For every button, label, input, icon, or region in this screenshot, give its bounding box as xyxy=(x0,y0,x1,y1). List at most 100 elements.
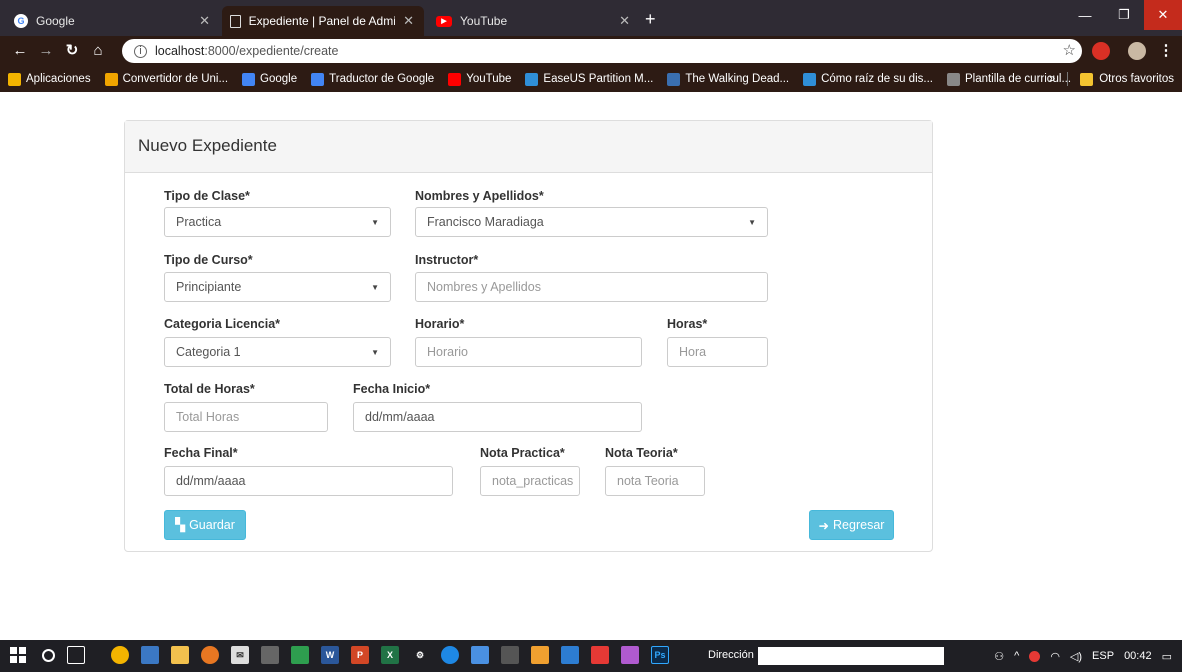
bookmark-item[interactable]: Convertidor de Uni... xyxy=(104,72,229,86)
word-icon[interactable]: W xyxy=(321,646,339,664)
bookmark-label: EaseUS Partition M... xyxy=(543,73,654,85)
folder-icon xyxy=(1080,72,1094,86)
nota-practica-input[interactable]: nota_practicas xyxy=(480,466,580,496)
tipo-curso-select[interactable]: Principiante ▼ xyxy=(164,272,391,302)
wifi-icon[interactable]: ◠ xyxy=(1050,650,1060,663)
expediente-panel: Nuevo Expediente Tipo de Clase* Practica… xyxy=(124,120,933,552)
bookmark-item[interactable]: Google xyxy=(242,72,297,86)
app-icon[interactable] xyxy=(531,646,549,664)
chrome-taskbar-icon[interactable] xyxy=(111,646,129,664)
photoshop-icon[interactable]: Ps xyxy=(651,646,669,664)
task-view-icon[interactable] xyxy=(67,646,85,664)
other-bookmarks-folder[interactable]: Otros favoritos xyxy=(1099,73,1174,85)
tab-google[interactable]: G Google ✕ xyxy=(6,6,220,36)
divider xyxy=(1067,72,1069,86)
bookmark-item[interactable]: EaseUS Partition M... xyxy=(525,72,654,86)
nota-practica-label: Nota Practica* xyxy=(480,446,565,460)
save-button[interactable]: ▚ Guardar xyxy=(164,510,246,540)
youtube-icon: ▶ xyxy=(436,15,452,27)
store-icon[interactable] xyxy=(171,646,189,664)
powerpoint-icon[interactable]: P xyxy=(351,646,369,664)
horario-input[interactable]: Horario xyxy=(415,337,642,367)
terminal-icon[interactable] xyxy=(501,646,519,664)
app-icon[interactable] xyxy=(621,646,639,664)
tab-youtube[interactable]: ▶ YouTube ✕ xyxy=(428,6,640,36)
bookmark-label: Convertidor de Uni... xyxy=(122,73,229,85)
back-button-label: Regresar xyxy=(833,518,885,532)
address-bar[interactable]: i localhost :8000/expediente/create ☆ xyxy=(122,39,1082,63)
address-toolbar-input[interactable] xyxy=(758,647,944,665)
reload-icon[interactable]: ↻ xyxy=(62,41,82,61)
youtube-icon xyxy=(448,72,462,86)
close-icon[interactable]: ✕ xyxy=(619,13,630,29)
volume-icon[interactable]: ◁) xyxy=(1070,650,1082,663)
tab-expediente[interactable]: Expediente | Panel de Administr ✕ xyxy=(222,6,424,36)
close-window-button[interactable]: ✕ xyxy=(1144,0,1182,30)
home-icon[interactable]: ⌂ xyxy=(88,41,108,61)
nota-teoria-input[interactable]: nota Teoria xyxy=(605,466,705,496)
bookmark-item[interactable]: Cómo raíz de su dis... xyxy=(803,72,933,86)
info-icon[interactable]: i xyxy=(134,44,147,58)
caret-down-icon: ▼ xyxy=(748,217,756,227)
panel-heading: Nuevo Expediente xyxy=(125,121,932,173)
excel-icon[interactable]: X xyxy=(381,646,399,664)
bookmark-item[interactable]: Traductor de Google xyxy=(311,72,434,86)
forward-arrow-icon[interactable]: → xyxy=(36,41,56,61)
back-arrow-icon[interactable]: ← xyxy=(10,41,30,61)
tab-title: Google xyxy=(36,14,75,28)
people-icon[interactable]: ⚇ xyxy=(994,650,1004,663)
app-icon[interactable] xyxy=(441,646,459,664)
search-icon[interactable] xyxy=(42,648,55,662)
nota-teoria-label: Nota Teoria* xyxy=(605,446,678,460)
tray-app-icon[interactable] xyxy=(1029,650,1041,662)
pdf-icon[interactable] xyxy=(591,646,609,664)
instructor-input[interactable]: Nombres y Apellidos xyxy=(415,272,768,302)
tab-title: YouTube xyxy=(460,14,508,28)
clock[interactable]: 00:42 xyxy=(1124,650,1152,662)
horas-label: Horas* xyxy=(667,317,708,331)
restore-button[interactable]: ❐ xyxy=(1105,0,1143,30)
notification-icon[interactable]: ▭ xyxy=(1162,650,1172,663)
back-button[interactable]: ➜ Regresar xyxy=(809,510,894,540)
app-icon[interactable] xyxy=(561,646,579,664)
app-icon[interactable] xyxy=(471,646,489,664)
horas-input[interactable]: Hora xyxy=(667,337,768,367)
save-button-label: Guardar xyxy=(189,518,235,532)
address-toolbar-label: Dirección xyxy=(708,649,754,661)
windows-start-icon[interactable] xyxy=(10,647,26,663)
windows-taskbar: ✉ W P X ⚙ Ps Dirección ⚇ ^ ◠ ◁) ESP 00:4… xyxy=(0,640,1182,672)
menu-icon[interactable]: ⋮ xyxy=(1156,41,1176,61)
url-host: localhost xyxy=(155,44,205,58)
app-icon[interactable] xyxy=(291,646,309,664)
bookmarks-bar: Aplicaciones Convertidor de Uni... Google T… xyxy=(0,66,1182,92)
horario-label: Horario* xyxy=(415,317,465,331)
bookmark-label: Cómo raíz de su dis... xyxy=(821,73,933,85)
bookmark-item[interactable]: The Walking Dead... xyxy=(667,72,789,86)
extension-icon[interactable] xyxy=(1092,42,1110,60)
file-explorer-icon[interactable] xyxy=(141,646,159,664)
gear-icon[interactable]: ⚙ xyxy=(411,646,429,664)
bookmark-star-icon[interactable]: ☆ xyxy=(1063,41,1076,59)
chevron-up-icon[interactable]: ^ xyxy=(1014,650,1019,662)
app-icon[interactable] xyxy=(261,646,279,664)
avatar[interactable] xyxy=(1128,42,1146,60)
media-icon[interactable] xyxy=(201,646,219,664)
fecha-inicio-input[interactable]: dd/mm/aaaa xyxy=(353,402,642,432)
more-bookmarks-button[interactable]: » xyxy=(1049,73,1055,85)
new-tab-button[interactable]: + xyxy=(645,10,656,28)
total-horas-input[interactable]: Total Horas xyxy=(164,402,328,432)
bookmark-item[interactable]: YouTube xyxy=(448,72,511,86)
fecha-final-input[interactable]: dd/mm/aaaa xyxy=(164,466,453,496)
language-indicator[interactable]: ESP xyxy=(1092,650,1114,662)
bookmark-item[interactable]: Aplicaciones xyxy=(8,72,91,86)
nombres-select[interactable]: Francisco Maradiaga ▼ xyxy=(415,207,768,237)
tipo-clase-select[interactable]: Practica ▼ xyxy=(164,207,391,237)
close-icon[interactable]: ✕ xyxy=(199,13,210,29)
mail-icon[interactable]: ✉ xyxy=(231,646,249,664)
close-icon[interactable]: ✕ xyxy=(403,13,414,29)
minimize-button[interactable]: — xyxy=(1066,0,1104,30)
fecha-final-label: Fecha Final* xyxy=(164,446,238,460)
categoria-select[interactable]: Categoria 1 ▼ xyxy=(164,337,391,367)
fecha-inicio-label: Fecha Inicio* xyxy=(353,382,431,396)
nombres-label: Nombres y Apellidos* xyxy=(415,189,544,203)
